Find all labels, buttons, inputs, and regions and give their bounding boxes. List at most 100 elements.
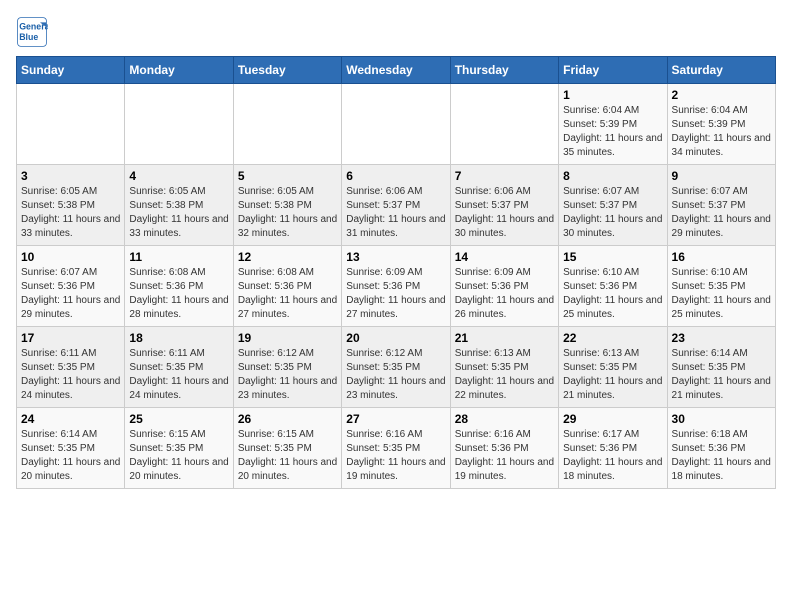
calendar-cell: 14 Sunrise: 6:09 AM Sunset: 5:36 PM Dayli… <box>450 246 558 327</box>
day-info: Sunrise: 6:11 AM Sunset: 5:35 PM Dayligh… <box>21 347 120 403</box>
calendar-cell: 2 Sunrise: 6:04 AM Sunset: 5:39 PM Daylig… <box>667 84 775 165</box>
day-number: 4 <box>129 169 228 183</box>
day-number: 6 <box>346 169 445 183</box>
calendar-cell: 5 Sunrise: 6:05 AM Sunset: 5:38 PM Daylig… <box>233 165 341 246</box>
day-info: Sunrise: 6:08 AM Sunset: 5:36 PM Dayligh… <box>238 266 337 322</box>
calendar-table: SundayMondayTuesdayWednesdayThursdayFrid… <box>16 56 776 489</box>
day-info: Sunrise: 6:05 AM Sunset: 5:38 PM Dayligh… <box>21 185 120 241</box>
calendar-cell <box>17 84 125 165</box>
calendar-week-row: 10 Sunrise: 6:07 AM Sunset: 5:36 PM Dayli… <box>17 246 776 327</box>
calendar-cell: 4 Sunrise: 6:05 AM Sunset: 5:38 PM Daylig… <box>125 165 233 246</box>
day-number: 9 <box>672 169 771 183</box>
calendar-cell: 20 Sunrise: 6:12 AM Sunset: 5:35 PM Dayli… <box>342 327 450 408</box>
day-info: Sunrise: 6:15 AM Sunset: 5:35 PM Dayligh… <box>129 428 228 484</box>
day-number: 15 <box>563 250 662 264</box>
calendar-cell: 17Sunrise: 6:11 AM Sunset: 5:35 PM Dayli… <box>17 327 125 408</box>
day-number: 5 <box>238 169 337 183</box>
day-number: 24 <box>21 412 120 426</box>
day-number: 18 <box>129 331 228 345</box>
calendar-cell: 11 Sunrise: 6:08 AM Sunset: 5:36 PM Dayli… <box>125 246 233 327</box>
calendar-cell <box>233 84 341 165</box>
page-header: General Blue <box>16 16 776 48</box>
day-number: 25 <box>129 412 228 426</box>
day-info: Sunrise: 6:13 AM Sunset: 5:35 PM Dayligh… <box>455 347 554 403</box>
dow-header: Friday <box>559 57 667 84</box>
day-number: 23 <box>672 331 771 345</box>
day-number: 12 <box>238 250 337 264</box>
day-info: Sunrise: 6:13 AM Sunset: 5:35 PM Dayligh… <box>563 347 662 403</box>
day-number: 1 <box>563 88 662 102</box>
calendar-cell <box>342 84 450 165</box>
calendar-cell: 3 Sunrise: 6:05 AM Sunset: 5:38 PM Daylig… <box>17 165 125 246</box>
calendar-cell: 26Sunrise: 6:15 AM Sunset: 5:35 PM Dayli… <box>233 408 341 489</box>
logo: General Blue <box>16 16 48 48</box>
day-number: 16 <box>672 250 771 264</box>
day-number: 8 <box>563 169 662 183</box>
day-info: Sunrise: 6:17 AM Sunset: 5:36 PM Dayligh… <box>563 428 662 484</box>
calendar-cell: 1Sunrise: 6:04 AM Sunset: 5:39 PM Daylig… <box>559 84 667 165</box>
dow-header: Tuesday <box>233 57 341 84</box>
calendar-cell: 28 Sunrise: 6:16 AM Sunset: 5:36 PM Dayli… <box>450 408 558 489</box>
calendar-cell: 23 Sunrise: 6:14 AM Sunset: 5:35 PM Dayli… <box>667 327 775 408</box>
calendar-cell: 13 Sunrise: 6:09 AM Sunset: 5:36 PM Dayli… <box>342 246 450 327</box>
calendar-cell: 24 Sunrise: 6:14 AM Sunset: 5:35 PM Dayli… <box>17 408 125 489</box>
day-info: Sunrise: 6:06 AM Sunset: 5:37 PM Dayligh… <box>455 185 554 241</box>
calendar-cell: 30Sunrise: 6:18 AM Sunset: 5:36 PM Dayli… <box>667 408 775 489</box>
calendar-cell: 9 Sunrise: 6:07 AM Sunset: 5:37 PM Daylig… <box>667 165 775 246</box>
day-number: 27 <box>346 412 445 426</box>
day-info: Sunrise: 6:07 AM Sunset: 5:37 PM Dayligh… <box>672 185 771 241</box>
day-number: 28 <box>455 412 554 426</box>
day-number: 26 <box>238 412 337 426</box>
dow-header: Thursday <box>450 57 558 84</box>
day-number: 3 <box>21 169 120 183</box>
day-info: Sunrise: 6:05 AM Sunset: 5:38 PM Dayligh… <box>238 185 337 241</box>
day-number: 22 <box>563 331 662 345</box>
day-info: Sunrise: 6:04 AM Sunset: 5:39 PM Dayligh… <box>672 104 771 160</box>
day-info: Sunrise: 6:09 AM Sunset: 5:36 PM Dayligh… <box>455 266 554 322</box>
day-info: Sunrise: 6:14 AM Sunset: 5:35 PM Dayligh… <box>672 347 771 403</box>
calendar-cell: 12 Sunrise: 6:08 AM Sunset: 5:36 PM Dayli… <box>233 246 341 327</box>
day-info: Sunrise: 6:07 AM Sunset: 5:37 PM Dayligh… <box>563 185 662 241</box>
calendar-cell: 10 Sunrise: 6:07 AM Sunset: 5:36 PM Dayli… <box>17 246 125 327</box>
dow-header: Saturday <box>667 57 775 84</box>
day-number: 10 <box>21 250 120 264</box>
day-number: 11 <box>129 250 228 264</box>
day-number: 20 <box>346 331 445 345</box>
day-info: Sunrise: 6:09 AM Sunset: 5:36 PM Dayligh… <box>346 266 445 322</box>
calendar-cell: 8 Sunrise: 6:07 AM Sunset: 5:37 PM Daylig… <box>559 165 667 246</box>
calendar-week-row: 17Sunrise: 6:11 AM Sunset: 5:35 PM Dayli… <box>17 327 776 408</box>
day-info: Sunrise: 6:14 AM Sunset: 5:35 PM Dayligh… <box>21 428 120 484</box>
day-info: Sunrise: 6:18 AM Sunset: 5:36 PM Dayligh… <box>672 428 771 484</box>
calendar-cell: 16Sunrise: 6:10 AM Sunset: 5:35 PM Dayli… <box>667 246 775 327</box>
calendar-cell <box>450 84 558 165</box>
calendar-cell: 22 Sunrise: 6:13 AM Sunset: 5:35 PM Dayli… <box>559 327 667 408</box>
calendar-cell <box>125 84 233 165</box>
day-number: 14 <box>455 250 554 264</box>
day-number: 21 <box>455 331 554 345</box>
calendar-cell: 29 Sunrise: 6:17 AM Sunset: 5:36 PM Dayli… <box>559 408 667 489</box>
calendar-cell: 15 Sunrise: 6:10 AM Sunset: 5:36 PM Dayli… <box>559 246 667 327</box>
day-info: Sunrise: 6:05 AM Sunset: 5:38 PM Dayligh… <box>129 185 228 241</box>
calendar-cell: 7 Sunrise: 6:06 AM Sunset: 5:37 PM Daylig… <box>450 165 558 246</box>
day-info: Sunrise: 6:08 AM Sunset: 5:36 PM Dayligh… <box>129 266 228 322</box>
day-info: Sunrise: 6:12 AM Sunset: 5:35 PM Dayligh… <box>346 347 445 403</box>
calendar-header: SundayMondayTuesdayWednesdayThursdayFrid… <box>17 57 776 84</box>
calendar-cell: 27Sunrise: 6:16 AM Sunset: 5:35 PM Dayli… <box>342 408 450 489</box>
day-number: 29 <box>563 412 662 426</box>
day-number: 13 <box>346 250 445 264</box>
day-info: Sunrise: 6:07 AM Sunset: 5:36 PM Dayligh… <box>21 266 120 322</box>
dow-header: Monday <box>125 57 233 84</box>
svg-text:Blue: Blue <box>19 32 38 42</box>
calendar-cell: 21 Sunrise: 6:13 AM Sunset: 5:35 PM Dayli… <box>450 327 558 408</box>
calendar-week-row: 3 Sunrise: 6:05 AM Sunset: 5:38 PM Daylig… <box>17 165 776 246</box>
day-number: 7 <box>455 169 554 183</box>
dow-header: Wednesday <box>342 57 450 84</box>
dow-header: Sunday <box>17 57 125 84</box>
logo-icon: General Blue <box>16 16 48 48</box>
day-info: Sunrise: 6:11 AM Sunset: 5:35 PM Dayligh… <box>129 347 228 403</box>
day-number: 19 <box>238 331 337 345</box>
day-info: Sunrise: 6:12 AM Sunset: 5:35 PM Dayligh… <box>238 347 337 403</box>
day-number: 2 <box>672 88 771 102</box>
day-info: Sunrise: 6:16 AM Sunset: 5:36 PM Dayligh… <box>455 428 554 484</box>
day-info: Sunrise: 6:10 AM Sunset: 5:36 PM Dayligh… <box>563 266 662 322</box>
